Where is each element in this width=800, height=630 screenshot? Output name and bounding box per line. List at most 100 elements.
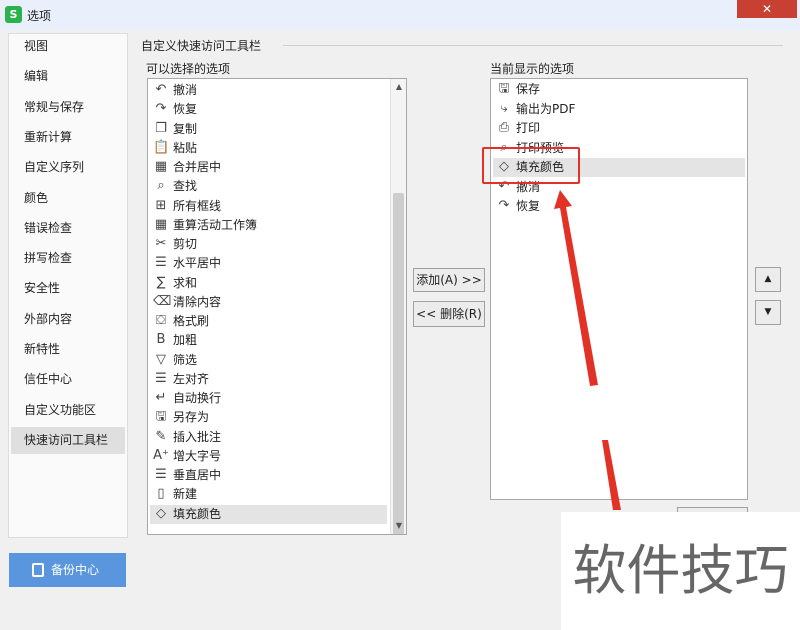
list-item[interactable]: ↵ 自动换行 (150, 389, 387, 408)
list-item-label: 插入批注 (173, 429, 222, 444)
list-item-label: 求和 (173, 275, 198, 290)
list-item-label: 左对齐 (173, 371, 210, 386)
list-item[interactable]: ◇ 填充颜色 (150, 504, 387, 524)
scroll-up-arrow-icon[interactable]: ▲ (391, 79, 406, 95)
list-item[interactable]: ↶ 撤消 (150, 81, 387, 100)
available-scrollbar[interactable]: ▲ ▼ (390, 79, 406, 534)
list-item-label: 另存为 (173, 410, 210, 425)
close-button[interactable]: ✕ (737, 0, 797, 18)
bold-icon: B (156, 332, 166, 348)
nav-item[interactable]: 重新计算 (11, 124, 125, 151)
comment-icon: ✎ (155, 428, 167, 444)
group-divider (283, 45, 783, 46)
list-item[interactable]: ⌕ 查找 (150, 177, 387, 196)
list-item[interactable]: ❐ 复制 (150, 120, 387, 139)
list-item-label: 新建 (173, 487, 198, 502)
move-up-button[interactable]: ▲ (755, 267, 781, 292)
nav-item[interactable]: 安全性 (11, 275, 125, 302)
group-title: 自定义快速访问工具栏 (141, 39, 262, 53)
nav-item[interactable]: 信任中心 (11, 366, 125, 393)
list-item[interactable]: 📋 粘贴 (150, 139, 387, 158)
nav-item[interactable]: 颜色 (11, 185, 125, 212)
backup-center-button[interactable]: 备份中心 (9, 553, 126, 587)
window-title: 选项 (27, 9, 52, 23)
nav-item[interactable]: 拼写检查 (11, 245, 125, 272)
list-item[interactable]: A⁺ 增大字号 (150, 447, 387, 466)
list-item-label: 填充颜色 (173, 506, 222, 521)
list-item-label: 重算活动工作簿 (173, 217, 258, 232)
backup-label: 备份中心 (51, 563, 100, 577)
list-item[interactable]: B 加粗 (150, 331, 387, 350)
current-label: 当前显示的选项 (490, 62, 575, 76)
nav-item[interactable]: 自定义功能区 (11, 397, 125, 424)
nav-item[interactable]: 错误检查 (11, 215, 125, 242)
all-borders-icon: ⊞ (155, 197, 167, 213)
list-item[interactable]: ☰ 垂直居中 (150, 466, 387, 485)
nav-item[interactable]: 视图 (11, 33, 125, 60)
list-item[interactable]: ⌫ 清除内容 (150, 293, 387, 312)
add-button[interactable]: 添加(A) >> (413, 268, 485, 292)
paste-icon: 📋 (153, 139, 170, 155)
available-label: 可以选择的选项 (146, 62, 231, 76)
sum-icon: ∑ (156, 274, 166, 290)
watermark: 软件技巧 (561, 512, 800, 630)
list-item-label: 撤消 (173, 83, 198, 97)
list-item[interactable]: ⊞ 所有框线 (150, 197, 387, 216)
list-item-label: 自动换行 (173, 391, 222, 405)
list-item[interactable]: ⎙ 打印 (493, 119, 745, 138)
list-item-label: 恢复 (516, 199, 541, 213)
align-center-icon: ☰ (155, 255, 167, 271)
scroll-thumb[interactable] (393, 193, 404, 534)
list-item[interactable]: ✂ 剪切 (150, 235, 387, 254)
backup-icon (32, 563, 44, 577)
highlight-annotation (482, 147, 580, 184)
save-icon: 🖫 (498, 81, 510, 96)
options-nav: 视图编辑常规与保存重新计算自定义序列颜色错误检查拼写检查安全性外部内容新特性信任… (8, 33, 128, 538)
list-item[interactable]: ☰ 水平居中 (150, 254, 387, 273)
list-item[interactable]: ↷ 恢复 (493, 197, 745, 216)
export-pdf-icon: ⤷ (500, 100, 508, 116)
remove-button[interactable]: << 删除(R) (413, 301, 485, 327)
current-commands-list[interactable]: 🖫 保存 ⤷ 输出为PDF ⎙ 打印 ⌕ 打印预览 ◇ 填充颜色 ↶ 撤消 ↷ 恢复 (490, 78, 748, 500)
list-item[interactable]: ⛋ 格式刷 (150, 312, 387, 331)
nav-item[interactable]: 新特性 (11, 336, 125, 363)
list-item[interactable]: 🖫 另存为 (150, 408, 387, 427)
list-item[interactable]: ▽ 筛选 (150, 351, 387, 370)
nav-item[interactable]: 自定义序列 (11, 154, 125, 181)
app-icon: S (5, 6, 22, 23)
format-painter-icon: ⛋ (156, 313, 166, 328)
available-commands-list[interactable]: ▲ ▼ ↶ 撤消 ↷ 恢复 ❐ 复制 📋 粘贴 ▦ 合并居中 ⌕ 查找 ⊞ 所有框线 ▦ 重算活动工作簿 ✂ 剪切… (147, 78, 407, 535)
list-item[interactable]: ∑ 求和 (150, 274, 387, 293)
list-item-label: 打印 (516, 121, 541, 135)
list-item[interactable]: ⤷ 输出为PDF (493, 100, 745, 119)
nav-item[interactable]: 外部内容 (11, 306, 125, 333)
nav-item[interactable]: 快速访问工具栏 (11, 426, 125, 454)
new-doc-icon: ▯ (157, 486, 165, 502)
list-item[interactable]: ▯ 新建 (150, 485, 387, 504)
list-item-label: 增大字号 (173, 448, 222, 463)
nav-item[interactable]: 常规与保存 (11, 94, 125, 121)
print-icon: ⎙ (498, 120, 510, 135)
title-bar: S 选项 ✕ (0, 0, 800, 30)
list-item-label: 水平居中 (173, 256, 222, 271)
undo-icon: ↶ (155, 82, 167, 97)
list-item[interactable]: ▦ 重算活动工作簿 (150, 216, 387, 235)
recalc-icon: ▦ (154, 216, 168, 232)
list-item-label: 合并居中 (173, 160, 222, 174)
nav-item[interactable]: 编辑 (11, 63, 125, 90)
find-icon: ⌕ (157, 178, 165, 194)
list-item-label: 查找 (173, 179, 198, 194)
list-item[interactable]: 🖫 保存 (493, 80, 745, 99)
align-left-icon: ☰ (155, 370, 167, 386)
list-item[interactable]: ✎ 插入批注 (150, 428, 387, 447)
scroll-down-arrow-icon[interactable]: ▼ (391, 518, 406, 534)
list-item[interactable]: ▦ 合并居中 (150, 158, 387, 177)
list-item-label: 所有框线 (173, 198, 222, 213)
cut-icon: ✂ (155, 236, 167, 251)
list-item[interactable]: ☰ 左对齐 (150, 370, 387, 389)
move-down-button[interactable]: ▼ (755, 300, 781, 325)
list-item-label: 加粗 (173, 333, 198, 348)
list-item[interactable]: ↷ 恢复 (150, 100, 387, 119)
merge-center-icon: ▦ (154, 159, 168, 174)
list-item-label: 保存 (516, 82, 541, 96)
